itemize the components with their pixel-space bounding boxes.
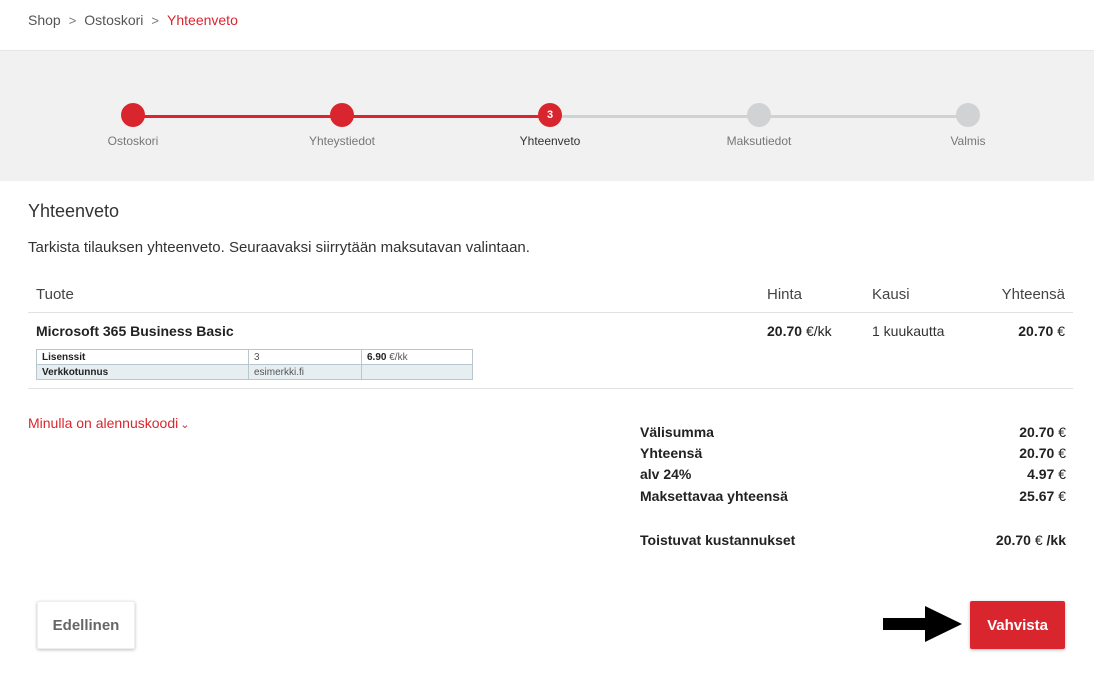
price-unit: €/kk — [805, 323, 832, 339]
payable-line: Maksettavaa yhteensä 25.67 € — [640, 488, 1066, 504]
step-cart: Ostoskori — [63, 103, 203, 148]
step-dot — [956, 103, 980, 127]
confirm-button[interactable]: Vahvista — [970, 601, 1065, 649]
step-payment: Maksutiedot — [689, 103, 829, 148]
subtotal-line: Välisumma 20.70 € — [640, 424, 1066, 440]
price-value: 20.70 — [767, 323, 803, 339]
payable-value: 25.67 — [1019, 488, 1055, 504]
product-total: 20.70 € — [1018, 323, 1065, 339]
total-label: Yhteensä — [640, 445, 703, 461]
arrow-right-icon — [883, 606, 962, 642]
chevron-down-icon: ⌄ — [180, 419, 190, 431]
product-price: 20.70 €/kk — [767, 323, 832, 339]
total-unit: € — [1057, 323, 1065, 339]
step-contact: Yhteystiedot — [272, 103, 412, 148]
total-unit: € — [1058, 445, 1066, 461]
vat-unit: € — [1058, 466, 1066, 482]
product-period: 1 kuukautta — [872, 323, 945, 339]
step-summary: 3 Yhteenveto — [480, 103, 620, 148]
breadcrumb-shop[interactable]: Shop — [28, 12, 61, 28]
vat-line: alv 24% 4.97 € — [640, 466, 1066, 482]
step-done: Valmis — [898, 103, 1038, 148]
step-label: Valmis — [950, 134, 986, 148]
recurring-label: Toistuvat kustannukset — [640, 532, 796, 548]
step-dot-number: 3 — [538, 103, 562, 127]
header-total: Yhteensä — [1001, 286, 1065, 303]
step-dot — [121, 103, 145, 127]
detail-key: Lisenssit — [36, 349, 249, 365]
payable-label: Maksettavaa yhteensä — [640, 488, 788, 504]
total-line: Yhteensä 20.70 € — [640, 445, 1066, 461]
detail-extra — [361, 364, 473, 380]
breadcrumb-cart[interactable]: Ostoskori — [84, 12, 143, 28]
header-price: Hinta — [767, 286, 803, 303]
table-row: Microsoft 365 Business Basic 20.70 €/kk … — [28, 313, 1073, 389]
detail-row: Verkkotunnus esimerkki.fi — [36, 364, 473, 380]
detail-value: esimerkki.fi — [248, 364, 362, 380]
breadcrumb: Shop > Ostoskori > Yhteenveto — [28, 12, 238, 28]
detail-value: 3 — [248, 349, 362, 365]
step-dot — [330, 103, 354, 127]
detail-extra-value: 6.90 — [367, 351, 387, 363]
breadcrumb-current: Yhteenveto — [167, 12, 238, 28]
header-period: Kausi — [872, 286, 910, 303]
chevron-right-icon: > — [68, 12, 77, 28]
previous-button[interactable]: Edellinen — [37, 601, 135, 649]
intro-text: Tarkista tilauksen yhteenveto. Seuraavak… — [28, 239, 530, 256]
detail-key: Verkkotunnus — [36, 364, 249, 380]
checkout-stepper: Ostoskori Yhteystiedot 3 Yhteenveto Maks… — [0, 51, 1094, 181]
recurring-line: Toistuvat kustannukset 20.70 € /kk — [640, 532, 1066, 548]
step-label: Yhteystiedot — [308, 134, 376, 148]
header-product: Tuote — [36, 286, 74, 303]
recurring-value: 20.70 — [995, 532, 1031, 548]
discount-label: Minulla on alennuskoodi — [28, 414, 179, 431]
recurring-unit: € — [1034, 532, 1043, 548]
subtotal-unit: € — [1058, 424, 1066, 440]
step-label: Ostoskori — [107, 134, 159, 148]
vat-label: alv 24% — [640, 466, 692, 482]
payable-unit: € — [1058, 488, 1066, 504]
detail-extra: 6.90 €/kk — [361, 349, 473, 365]
step-dot — [747, 103, 771, 127]
product-details-table: Lisenssit 3 6.90 €/kk Verkkotunnus esime… — [36, 349, 473, 380]
section-title: Yhteenveto — [28, 201, 120, 221]
discount-code-toggle[interactable]: Minulla on alennuskoodi ⌄ — [28, 414, 190, 432]
vat-value: 4.97 — [1027, 466, 1055, 482]
subtotal-value: 20.70 — [1019, 424, 1055, 440]
recurring-period: /kk — [1046, 532, 1066, 548]
order-table-header: Tuote Hinta Kausi Yhteensä — [28, 284, 1073, 313]
step-label: Maksutiedot — [726, 134, 792, 148]
step-label: Yhteenveto — [519, 134, 581, 148]
detail-row: Lisenssit 3 6.90 €/kk — [36, 349, 473, 365]
total-value: 20.70 — [1019, 445, 1055, 461]
total-value: 20.70 — [1018, 323, 1054, 339]
subtotal-label: Välisumma — [640, 424, 714, 440]
detail-extra-unit: €/kk — [389, 351, 408, 363]
product-name: Microsoft 365 Business Basic — [36, 323, 234, 339]
chevron-right-icon: > — [151, 12, 160, 28]
